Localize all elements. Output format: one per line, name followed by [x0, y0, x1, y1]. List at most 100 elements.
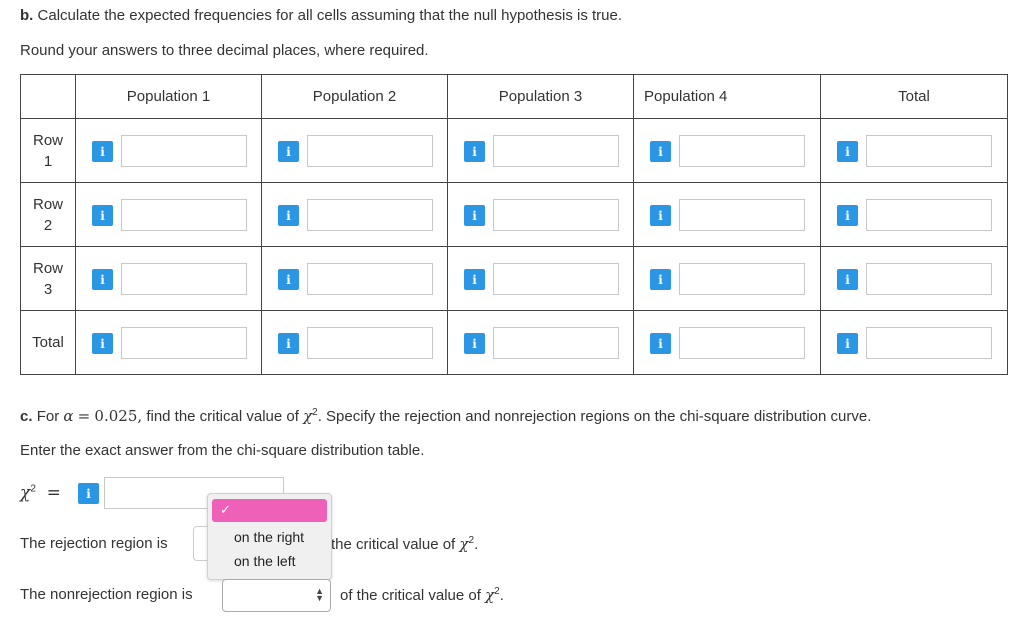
checkmark-icon: ✓ [220, 502, 231, 517]
expected-frequency-input[interactable] [679, 327, 805, 359]
info-icon[interactable]: i [650, 141, 671, 162]
info-glyph: i [658, 272, 663, 287]
expected-frequency-input[interactable] [866, 199, 992, 231]
table-row: Row 2 i i i i i [20, 182, 1008, 247]
row-label: Row 2 [20, 182, 76, 247]
info-glyph: i [658, 208, 663, 223]
chi-symbol: χ [20, 483, 31, 503]
frequency-cell: i [75, 118, 262, 183]
info-icon[interactable]: i [837, 269, 858, 290]
table-row: Row 3 i i i i i [20, 246, 1008, 311]
info-icon[interactable]: i [92, 205, 113, 226]
updown-arrows-icon: ▲ ▼ [315, 586, 324, 603]
info-icon[interactable]: i [278, 333, 299, 354]
frequency-cell: i [820, 182, 1008, 247]
info-glyph: i [286, 208, 291, 223]
info-icon[interactable]: i [464, 333, 485, 354]
expected-frequency-input[interactable] [307, 135, 433, 167]
rejection-suffix: the critical value of χ2. [331, 535, 478, 553]
frequency-cell: i [820, 246, 1008, 311]
corner-cell [20, 74, 76, 119]
expected-frequency-input[interactable] [307, 199, 433, 231]
expected-frequency-input[interactable] [866, 263, 992, 295]
info-icon[interactable]: i [464, 141, 485, 162]
part-c-mid: find the critical value of [146, 408, 299, 425]
part-b-instruction: b. Calculate the expected frequencies fo… [20, 7, 622, 24]
expected-frequency-input[interactable] [493, 199, 619, 231]
part-b-text: Calculate the expected frequencies for a… [37, 7, 623, 24]
info-icon[interactable]: i [278, 141, 299, 162]
info-glyph: i [100, 144, 105, 159]
dropdown-option-right[interactable]: on the right [234, 529, 304, 545]
expected-frequency-input[interactable] [121, 263, 247, 295]
expected-frequency-input[interactable] [121, 135, 247, 167]
table-row: Total i i i i i [20, 310, 1008, 375]
info-icon[interactable]: i [278, 205, 299, 226]
row-label: Total [20, 310, 76, 375]
column-header: Population 3 [447, 74, 634, 119]
part-c-for: For [36, 408, 60, 425]
frequency-cell: i [261, 118, 448, 183]
info-glyph: i [845, 144, 850, 159]
dropdown-empty-option[interactable]: ✓ [212, 499, 327, 522]
frequency-cell: i [75, 246, 262, 311]
row-label-line2: 3 [43, 280, 53, 298]
part-c-instruction: c. For α = 0.025, find the critical valu… [20, 407, 871, 425]
info-icon[interactable]: i [464, 269, 485, 290]
chi-symbol: χ [303, 407, 313, 425]
expected-frequency-input[interactable] [493, 327, 619, 359]
info-glyph: i [100, 272, 105, 287]
row-label-line1: Row [32, 259, 63, 277]
info-glyph: i [472, 272, 477, 287]
nonrejection-region-select[interactable]: ▲ ▼ [222, 579, 331, 612]
part-c-post: . Specify the rejection and nonrejection… [317, 408, 872, 425]
chi-symbol: χ [459, 535, 469, 553]
dropdown-option-left[interactable]: on the left [234, 553, 296, 569]
info-icon[interactable]: i [92, 333, 113, 354]
info-icon[interactable]: i [278, 269, 299, 290]
expected-frequency-input[interactable] [866, 135, 992, 167]
info-icon[interactable]: i [837, 333, 858, 354]
info-icon[interactable]: i [78, 483, 99, 504]
expected-frequency-input[interactable] [493, 135, 619, 167]
rejection-region-label: The rejection region is [20, 535, 168, 552]
expected-frequency-input[interactable] [679, 263, 805, 295]
expected-frequency-input[interactable] [679, 199, 805, 231]
info-icon[interactable]: i [650, 333, 671, 354]
frequency-cell: i [75, 310, 262, 375]
exact-answer-instruction: Enter the exact answer from the chi-squa… [20, 442, 425, 459]
info-icon[interactable]: i [464, 205, 485, 226]
info-glyph: i [86, 486, 91, 501]
row-label-line2: 2 [43, 216, 53, 234]
row-label: Row 3 [20, 246, 76, 311]
info-icon[interactable]: i [92, 269, 113, 290]
expected-frequency-input[interactable] [307, 327, 433, 359]
period: . [474, 536, 479, 553]
frequency-cell: i [447, 246, 634, 311]
info-icon[interactable]: i [650, 269, 671, 290]
expected-frequency-input[interactable] [493, 263, 619, 295]
info-icon[interactable]: i [92, 141, 113, 162]
frequency-cell: i [447, 182, 634, 247]
info-glyph: i [286, 272, 291, 287]
info-icon[interactable]: i [650, 205, 671, 226]
column-header: Population 1 [75, 74, 262, 119]
frequency-cell: i [633, 182, 821, 247]
frequency-cell: i [261, 246, 448, 311]
info-icon[interactable]: i [837, 205, 858, 226]
rounding-instruction: Round your answers to three decimal plac… [20, 42, 429, 59]
expected-frequency-input[interactable] [121, 327, 247, 359]
info-glyph: i [658, 144, 663, 159]
row-label: Row 1 [20, 118, 76, 183]
expected-frequency-input[interactable] [679, 135, 805, 167]
column-header: Total [820, 74, 1008, 119]
expected-frequency-input[interactable] [121, 199, 247, 231]
alpha-symbol: α [63, 407, 74, 425]
expected-frequency-input[interactable] [307, 263, 433, 295]
period: . [499, 587, 504, 604]
expected-frequency-input[interactable] [866, 327, 992, 359]
info-glyph: i [472, 208, 477, 223]
part-b-letter: b. [20, 7, 34, 24]
frequency-cell: i [447, 310, 634, 375]
info-icon[interactable]: i [837, 141, 858, 162]
